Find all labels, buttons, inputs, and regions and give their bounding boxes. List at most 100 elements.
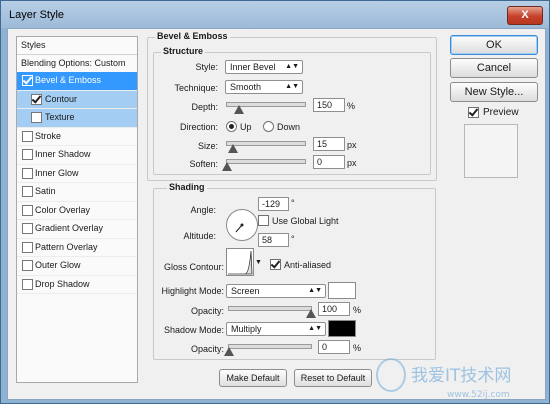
style-item-checkbox[interactable] — [22, 223, 33, 234]
reset-to-default-button[interactable]: Reset to Default — [294, 369, 372, 387]
cancel-button[interactable]: Cancel — [450, 58, 538, 78]
depth-slider[interactable] — [226, 102, 306, 114]
gloss-contour-preview[interactable] — [226, 248, 254, 276]
direction-down-radio[interactable] — [263, 121, 274, 132]
soften-input[interactable]: 0 — [313, 155, 345, 169]
shadow-opacity-unit: % — [353, 343, 362, 353]
style-item-inner-shadow[interactable]: Inner Shadow — [17, 146, 137, 165]
style-item-label: Stroke — [35, 130, 62, 141]
gloss-contour-label: Gloss Contour: — [163, 262, 224, 272]
technique-select-value: Smooth — [230, 82, 262, 92]
shadow-opacity-thumb[interactable] — [224, 347, 234, 356]
style-item-stroke[interactable]: Stroke — [17, 128, 137, 146]
preview-label: Preview — [483, 107, 519, 118]
highlight-mode-select[interactable]: Screen ▲▼ — [226, 284, 326, 298]
style-item-gradient-overlay[interactable]: Gradient Overlay — [17, 220, 137, 239]
angle-unit: ° — [291, 198, 295, 208]
anti-aliased-checkbox[interactable] — [270, 259, 281, 270]
style-item-checkbox[interactable] — [22, 167, 33, 179]
direction-up-label: Up — [240, 122, 252, 132]
ok-button[interactable]: OK — [450, 35, 538, 55]
shadow-mode-select[interactable]: Multiply ▲▼ — [226, 322, 326, 336]
shadow-opacity-label: Opacity: — [190, 344, 224, 354]
style-item-checkbox[interactable] — [22, 75, 33, 86]
soften-label: Soften: — [189, 159, 218, 169]
style-item-checkbox[interactable] — [22, 260, 33, 271]
anti-aliased-label: Anti-aliased — [284, 260, 332, 270]
direction-label: Direction: — [179, 122, 218, 132]
highlight-mode-value: Screen — [231, 286, 260, 296]
style-item-checkbox[interactable] — [22, 149, 33, 160]
shadow-color-swatch[interactable] — [328, 320, 356, 337]
styles-list: Styles Blending Options: Custom Bevel & … — [16, 36, 138, 383]
size-slider[interactable] — [226, 141, 306, 153]
style-item-drop-shadow[interactable]: Drop Shadow — [17, 276, 137, 294]
style-item-label: Outer Glow — [35, 260, 81, 270]
angle-input[interactable]: -129 — [258, 197, 289, 211]
style-item-pattern-overlay[interactable]: Pattern Overlay — [17, 239, 137, 257]
shading-title: Shading — [167, 182, 207, 192]
styles-header[interactable]: Styles — [17, 37, 137, 55]
altitude-unit: ° — [291, 234, 295, 244]
style-item-checkbox[interactable] — [22, 204, 33, 216]
style-item-color-overlay[interactable]: Color Overlay — [17, 202, 137, 220]
style-item-inner-glow[interactable]: Inner Glow — [17, 165, 137, 183]
depth-slider-thumb[interactable] — [233, 105, 244, 114]
highlight-opacity-slider[interactable] — [228, 306, 316, 318]
style-item-label: Drop Shadow — [35, 278, 90, 289]
new-style-button[interactable]: New Style... — [450, 82, 538, 102]
highlight-opacity-input[interactable]: 100 — [318, 302, 350, 316]
contour-dropdown-arrow-icon[interactable]: ▼ — [255, 259, 262, 266]
style-item-checkbox[interactable] — [22, 130, 33, 142]
style-item-checkbox[interactable] — [31, 112, 42, 123]
use-global-light-label: Use Global Light — [272, 216, 339, 226]
depth-label: Depth: — [191, 102, 218, 112]
style-item-texture[interactable]: Texture — [17, 109, 137, 128]
angle-label: Angle: — [190, 205, 216, 215]
highlight-opacity-thumb[interactable] — [306, 309, 316, 318]
style-item-label: Color Overlay — [35, 204, 91, 215]
preview-checkbox[interactable] — [468, 107, 479, 118]
style-item-checkbox[interactable] — [22, 241, 33, 253]
style-select[interactable]: Inner Bevel ▲▼ — [225, 60, 303, 74]
size-unit: px — [347, 140, 357, 150]
shadow-opacity-slider[interactable] — [224, 344, 312, 356]
style-select-value: Inner Bevel — [230, 62, 276, 72]
highlight-color-swatch[interactable] — [328, 282, 356, 299]
direction-down-label: Down — [277, 122, 301, 132]
shadow-opacity-input[interactable]: 0 — [318, 340, 350, 354]
style-item-outer-glow[interactable]: Outer Glow — [17, 257, 137, 276]
depth-input[interactable]: 150 — [313, 98, 345, 112]
style-item-contour[interactable]: Contour — [17, 90, 137, 109]
style-item-label: Inner Shadow — [35, 149, 91, 159]
updown-arrow-icon: ▲▼ — [308, 325, 322, 332]
style-item-label: Bevel & Emboss — [35, 75, 102, 85]
direction-up-radio[interactable] — [226, 121, 237, 132]
style-item-checkbox[interactable] — [22, 186, 33, 197]
style-item-bevel-emboss[interactable]: Bevel & Emboss — [17, 72, 137, 91]
shadow-mode-label: Shadow Mode: — [163, 325, 224, 335]
style-item-label: Pattern Overlay — [35, 241, 98, 252]
soften-unit: px — [347, 158, 357, 168]
close-button[interactable]: X — [507, 6, 543, 25]
angle-dial[interactable] — [226, 209, 258, 241]
layer-style-dialog: Layer Style X Styles Blending Options: C… — [0, 0, 550, 404]
blending-options-item[interactable]: Blending Options: Custom — [17, 55, 137, 72]
make-default-button[interactable]: Make Default — [219, 369, 287, 387]
style-item-checkbox[interactable] — [31, 93, 42, 105]
window-title: Layer Style — [9, 9, 65, 21]
soften-slider[interactable] — [222, 159, 306, 171]
altitude-input[interactable]: 58 — [258, 233, 289, 247]
style-item-checkbox[interactable] — [22, 278, 33, 290]
highlight-opacity-unit: % — [353, 305, 362, 315]
bevel-emboss-title: Bevel & Emboss — [155, 31, 230, 41]
soften-slider-thumb[interactable] — [222, 162, 232, 171]
use-global-light-checkbox[interactable] — [258, 215, 269, 226]
technique-select[interactable]: Smooth ▲▼ — [225, 80, 303, 94]
altitude-label: Altitude: — [183, 231, 216, 241]
title-bar[interactable]: Layer Style X — [1, 1, 549, 28]
style-item-label: Texture — [45, 112, 75, 122]
size-slider-thumb[interactable] — [228, 144, 239, 153]
size-input[interactable]: 15 — [313, 137, 345, 151]
style-item-satin[interactable]: Satin — [17, 183, 137, 202]
